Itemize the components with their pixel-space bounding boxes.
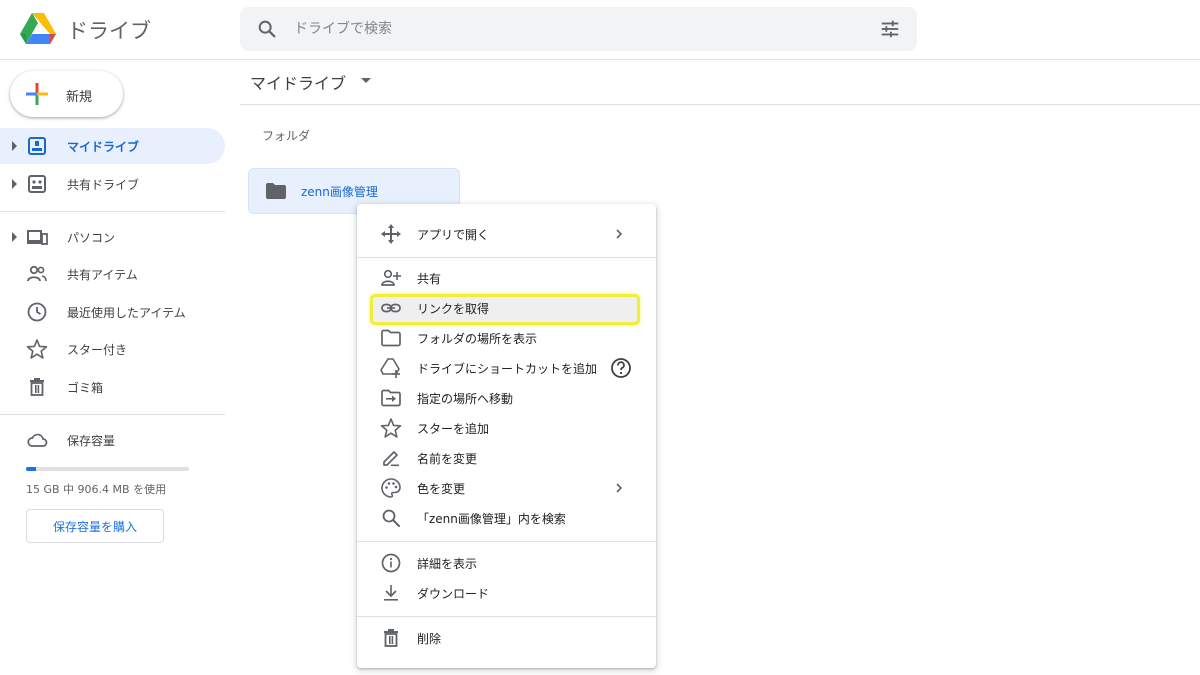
top-bar: ドライブ	[0, 0, 1200, 60]
breadcrumb[interactable]: マイドライブ	[250, 70, 346, 94]
menu-item-label: 削除	[417, 632, 442, 646]
chevron-right-icon	[616, 229, 623, 239]
search-input[interactable]	[294, 7, 854, 51]
menu-item-label: アプリで開く	[417, 228, 490, 242]
share-person-icon	[381, 269, 401, 286]
menu-item-get-link[interactable]: リンクを取得	[357, 293, 656, 323]
search-bar[interactable]	[240, 7, 917, 51]
rename-icon	[383, 451, 399, 467]
menu-item-label: 「zenn画像管理」内を検索	[417, 512, 566, 526]
recent-icon	[27, 302, 47, 322]
sidebar-divider	[0, 414, 225, 415]
search-icon[interactable]	[256, 18, 278, 40]
sidebar-item-label: 最近使用したアイテム	[67, 306, 186, 320]
menu-item-label: 指定の場所へ移動	[417, 392, 514, 406]
menu-item-label: 共有	[417, 272, 442, 286]
menu-divider	[357, 541, 656, 542]
menu-item-label: ダウンロード	[417, 587, 490, 601]
sidebar-item-recent[interactable]: 最近使用したアイテム	[0, 294, 225, 330]
sidebar-item-computers[interactable]: パソコン	[0, 219, 225, 255]
menu-item-show-location[interactable]: フォルダの場所を表示	[357, 323, 656, 353]
search-options-icon[interactable]	[879, 18, 901, 40]
menu-item-label: ドライブにショートカットを追加	[417, 362, 598, 376]
storage-progress-bar	[26, 467, 189, 471]
add-shortcut-icon	[380, 358, 400, 378]
sidebar-item-label: 共有ドライブ	[67, 178, 140, 192]
main-divider	[240, 104, 1200, 105]
menu-item-delete[interactable]: 削除	[357, 623, 656, 653]
menu-item-label: フォルダの場所を表示	[417, 332, 538, 346]
menu-item-rename[interactable]: 名前を変更	[357, 443, 656, 473]
menu-item-share[interactable]: 共有	[357, 263, 656, 293]
menu-item-label: 詳細を表示	[417, 557, 478, 571]
menu-item-search-within[interactable]: 「zenn画像管理」内を検索	[357, 503, 656, 533]
new-button[interactable]: 新規	[10, 71, 123, 117]
menu-item-open-with[interactable]: アプリで開く	[357, 219, 656, 249]
expand-arrow-icon[interactable]	[12, 232, 17, 242]
shared-with-me-icon	[27, 265, 47, 282]
menu-item-change-color[interactable]: 色を変更	[357, 473, 656, 503]
cloud-icon	[27, 433, 48, 447]
section-label: フォルダ	[262, 129, 311, 143]
menu-item-details[interactable]: 詳細を表示	[357, 548, 656, 578]
chevron-down-icon[interactable]	[361, 78, 371, 83]
sidebar-item-starred[interactable]: スター付き	[0, 331, 225, 367]
link-icon	[381, 303, 401, 313]
folder-name: zenn画像管理	[301, 185, 378, 199]
trash-icon	[384, 629, 398, 647]
computers-icon	[27, 230, 48, 245]
star-outline-icon	[380, 418, 402, 438]
plus-icon	[26, 83, 48, 105]
menu-divider	[357, 616, 656, 617]
storage-progress-fill	[26, 467, 36, 471]
download-icon	[384, 585, 398, 601]
help-icon[interactable]	[610, 357, 632, 379]
shared-drives-icon	[28, 175, 46, 193]
expand-arrow-icon[interactable]	[12, 141, 17, 151]
info-icon	[381, 553, 401, 573]
expand-arrow-icon[interactable]	[12, 179, 17, 189]
menu-item-download[interactable]: ダウンロード	[357, 578, 656, 608]
menu-item-add-shortcut[interactable]: ドライブにショートカットを追加	[357, 353, 656, 383]
menu-item-add-star[interactable]: スターを追加	[357, 413, 656, 443]
chevron-right-icon	[616, 483, 623, 493]
menu-item-label: 名前を変更	[417, 452, 478, 466]
move-to-icon	[381, 389, 401, 407]
menu-item-move-to[interactable]: 指定の場所へ移動	[357, 383, 656, 413]
sidebar-item-label: 保存容量	[67, 434, 116, 448]
palette-icon	[381, 478, 401, 498]
trash-icon	[30, 378, 44, 396]
sidebar-item-my-drive[interactable]: マイドライブ	[0, 128, 225, 164]
sidebar-item-label: ゴミ箱	[67, 381, 104, 395]
sidebar-item-shared-drives[interactable]: 共有ドライブ	[0, 166, 225, 202]
star-icon	[26, 339, 48, 359]
app-title: ドライブ	[67, 19, 151, 43]
my-drive-icon	[28, 137, 46, 155]
sidebar-item-label: マイドライブ	[67, 140, 140, 154]
sidebar-item-label: スター付き	[67, 343, 128, 357]
sidebar-item-trash[interactable]: ゴミ箱	[0, 369, 225, 405]
folder-icon	[266, 183, 286, 199]
sidebar-item-label: パソコン	[67, 231, 116, 245]
sidebar-divider	[0, 211, 225, 212]
open-with-icon	[381, 224, 401, 244]
menu-item-label: 色を変更	[417, 482, 466, 496]
buy-storage-button[interactable]: 保存容量を購入	[26, 509, 164, 543]
menu-item-label: スターを追加	[417, 422, 490, 436]
context-menu: アプリで開く 共有 リンクを取得 フォルダの場所を表示 ドライブにショートカット…	[357, 204, 656, 668]
sidebar-item-storage[interactable]: 保存容量	[0, 422, 225, 458]
folder-outline-icon	[381, 329, 401, 347]
menu-item-label: リンクを取得	[417, 302, 490, 316]
storage-usage-text: 15 GB 中 906.4 MB を使用	[26, 483, 167, 496]
sidebar-item-label: 共有アイテム	[67, 268, 138, 282]
new-button-label: 新規	[66, 90, 93, 105]
sidebar-item-shared-with-me[interactable]: 共有アイテム	[0, 256, 225, 292]
search-icon	[382, 509, 400, 527]
menu-divider	[357, 257, 656, 258]
drive-logo-icon[interactable]	[20, 12, 56, 44]
